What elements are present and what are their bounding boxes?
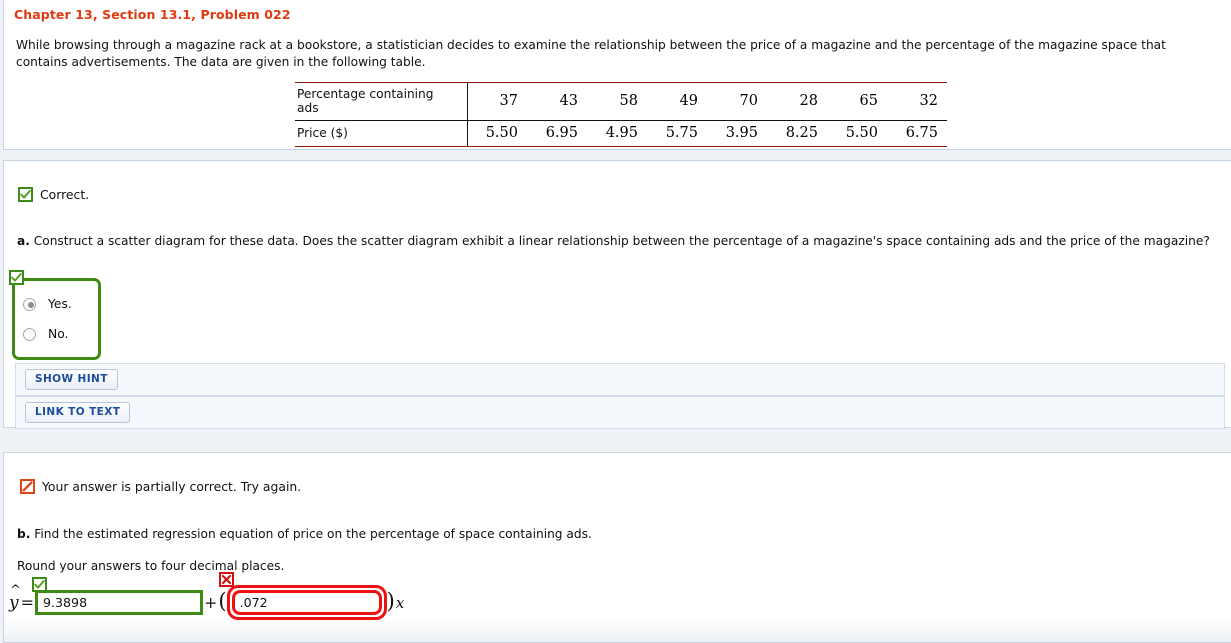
table-cell: 6.75 — [887, 120, 947, 147]
part-b-status-text: Your answer is partially correct. Try ag… — [42, 479, 302, 494]
check-icon — [32, 577, 48, 592]
table-cell: 70 — [707, 82, 767, 121]
x-variable: x — [395, 593, 405, 612]
close-paren: ) — [386, 589, 395, 613]
table-cell: 28 — [767, 82, 827, 121]
plus-sign: + — [204, 593, 218, 612]
check-icon — [9, 270, 24, 285]
part-b-instruction: Round your answers to four decimal place… — [17, 559, 285, 573]
part-a-question-prefix: a. — [17, 234, 30, 248]
y-hat-symbol: ^ y — [8, 584, 21, 613]
table-cell: 43 — [527, 82, 587, 121]
table-row-label: Price ($) — [295, 120, 468, 147]
table-cell: 6.95 — [527, 120, 587, 147]
table-cell: 58 — [587, 82, 647, 121]
data-table: Percentage containing ads 37 43 58 49 70… — [295, 82, 947, 147]
radio-label-no: No. — [48, 327, 69, 341]
intercept-input[interactable] — [35, 590, 204, 615]
answer-options-box: Yes. No. — [12, 278, 101, 360]
show-hint-bar: SHOW HINT — [15, 363, 1225, 396]
hat-accent: ^ — [10, 582, 21, 598]
table-cell: 65 — [827, 82, 887, 121]
close-icon — [218, 572, 234, 587]
part-b-question: b. Find the estimated regression equatio… — [17, 526, 1197, 542]
table-cell: 5.50 — [467, 120, 527, 147]
partial-slash-icon — [20, 479, 35, 494]
radio-button-no[interactable] — [23, 327, 36, 341]
table-cell: 3.95 — [707, 120, 767, 147]
show-hint-button[interactable]: SHOW HINT — [25, 369, 118, 390]
panel-footer — [4, 618, 1231, 642]
part-a-question: a. Construct a scatter diagram for these… — [17, 233, 1217, 249]
table-row: Price ($) 5.50 6.95 4.95 5.75 3.95 8.25 … — [295, 120, 947, 147]
slope-input[interactable] — [231, 590, 382, 615]
problem-statement-panel: Chapter 13, Section 13.1, Problem 022 Wh… — [3, 0, 1231, 150]
link-to-text-bar: LINK TO TEXT — [15, 396, 1225, 429]
part-a-question-text: Construct a scatter diagram for these da… — [33, 234, 1210, 248]
problem-statement-text: While browsing through a magazine rack a… — [16, 38, 1166, 69]
radio-option-yes[interactable]: Yes. — [23, 293, 72, 315]
part-b-status: Your answer is partially correct. Try ag… — [20, 479, 301, 494]
part-b-question-text: Find the estimated regression equation o… — [34, 527, 592, 541]
part-a-status: Correct. — [18, 187, 89, 202]
part-b-question-prefix: b. — [17, 527, 31, 541]
table-cell: 5.50 — [827, 120, 887, 147]
part-a-panel: Correct. a. Construct a scatter diagram … — [3, 160, 1231, 429]
radio-option-no[interactable]: No. — [23, 323, 72, 345]
intercept-field-holder — [32, 577, 204, 615]
slope-input-outline — [226, 585, 387, 620]
radio-label-yes: Yes. — [48, 297, 72, 311]
equals-sign: = — [20, 593, 35, 612]
slope-field-holder — [218, 572, 387, 620]
check-icon — [18, 187, 33, 202]
page-title: Chapter 13, Section 13.1, Problem 022 — [14, 7, 291, 22]
part-a-answer-group: Yes. No. — [9, 270, 101, 360]
table-cell: 4.95 — [587, 120, 647, 147]
part-a-status-text: Correct. — [40, 187, 90, 202]
table-row: Percentage containing ads 37 43 58 49 70… — [295, 82, 947, 121]
table-cell: 49 — [647, 82, 707, 121]
link-to-text-button[interactable]: LINK TO TEXT — [25, 402, 131, 423]
table-row-label: Percentage containing ads — [295, 82, 468, 121]
table-cell: 32 — [887, 82, 947, 121]
table-cell: 5.75 — [647, 120, 707, 147]
table-cell: 37 — [467, 82, 527, 121]
regression-equation-row: ^ y = + ( ) x — [8, 572, 405, 620]
open-paren: ( — [218, 589, 227, 613]
problem-page: Chapter 13, Section 13.1, Problem 022 Wh… — [0, 0, 1231, 643]
radio-button-yes[interactable] — [23, 297, 36, 311]
table-cell: 8.25 — [767, 120, 827, 147]
